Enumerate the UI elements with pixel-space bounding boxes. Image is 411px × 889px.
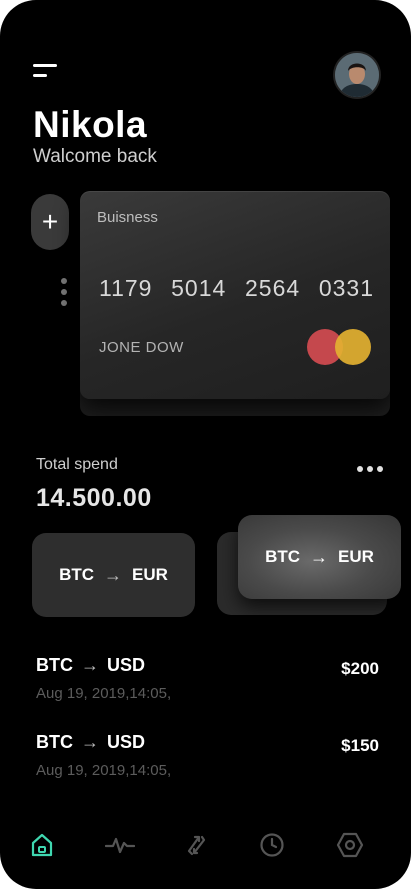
pair-card-btc-eur[interactable]: BTC → EUR bbox=[32, 533, 195, 617]
arrow-right-icon: → bbox=[310, 546, 329, 567]
transaction-from: BTC bbox=[36, 655, 73, 675]
pair-card-btc-eur-selected[interactable]: BTC → EUR bbox=[238, 515, 401, 599]
tab-activity[interactable] bbox=[105, 828, 135, 862]
transaction-pair: BTC → USD bbox=[36, 655, 380, 676]
card-number-group: 2564 bbox=[244, 275, 301, 301]
card-type: Buisness bbox=[97, 209, 158, 226]
pair-to: EUR bbox=[132, 565, 168, 584]
app-screen: Nikola Walcome back + Buisness 1179 5014… bbox=[0, 0, 411, 889]
total-spend-label: Total spend bbox=[36, 456, 118, 473]
add-card-button[interactable]: + bbox=[31, 194, 69, 250]
welcome-subtitle: Walcome back bbox=[33, 146, 157, 167]
home-icon bbox=[31, 833, 53, 857]
tab-settings[interactable] bbox=[335, 828, 365, 862]
card-number-group: 5014 bbox=[171, 275, 227, 301]
user-name: Nikola bbox=[33, 104, 148, 145]
transaction-amount: $200 bbox=[341, 659, 379, 678]
total-spend-value: 14.500.00 bbox=[36, 484, 152, 512]
arrow-right-icon: → bbox=[81, 655, 99, 675]
arrow-right-icon: → bbox=[104, 564, 123, 585]
transaction-date: Aug 19, 2019,14:05, bbox=[36, 762, 172, 779]
card-number-group: 0331 bbox=[318, 275, 374, 301]
tab-bar bbox=[0, 828, 411, 862]
tab-transfer[interactable] bbox=[181, 828, 211, 862]
pair-from: BTC bbox=[265, 547, 301, 566]
tab-history[interactable] bbox=[257, 828, 287, 862]
transaction-from: BTC bbox=[36, 732, 73, 752]
transaction-to: USD bbox=[107, 655, 146, 675]
transfer-icon bbox=[187, 835, 206, 856]
settings-hexagon-icon bbox=[336, 832, 364, 858]
card-number: 1179 5014 2564 0331 bbox=[99, 275, 374, 302]
pair-from: BTC bbox=[59, 565, 95, 584]
bank-card[interactable]: Buisness 1179 5014 2564 0331 JONE DOW bbox=[80, 191, 390, 399]
avatar[interactable] bbox=[335, 53, 379, 97]
transaction-date: Aug 19, 2019,14:05, bbox=[36, 685, 172, 702]
more-options-icon[interactable] bbox=[357, 466, 383, 472]
pair-to: EUR bbox=[338, 547, 374, 566]
tab-home[interactable] bbox=[27, 828, 57, 862]
transaction-to: USD bbox=[107, 732, 146, 752]
card-number-group: 1179 bbox=[99, 275, 153, 301]
clock-icon bbox=[260, 833, 284, 857]
transaction-pair: BTC → USD bbox=[36, 732, 380, 753]
transaction-row[interactable]: BTC → USD Aug 19, 2019,14:05, $150 bbox=[36, 732, 380, 779]
transaction-row[interactable]: BTC → USD Aug 19, 2019,14:05, $200 bbox=[36, 655, 380, 702]
transaction-amount: $150 bbox=[341, 736, 379, 755]
activity-icon bbox=[105, 837, 135, 854]
card-holder: JONE DOW bbox=[99, 339, 184, 356]
avatar-image bbox=[335, 53, 379, 97]
mastercard-icon bbox=[307, 329, 373, 365]
arrow-right-icon: → bbox=[81, 732, 99, 752]
card-options-icon[interactable] bbox=[61, 278, 67, 311]
menu-icon[interactable] bbox=[33, 64, 57, 80]
